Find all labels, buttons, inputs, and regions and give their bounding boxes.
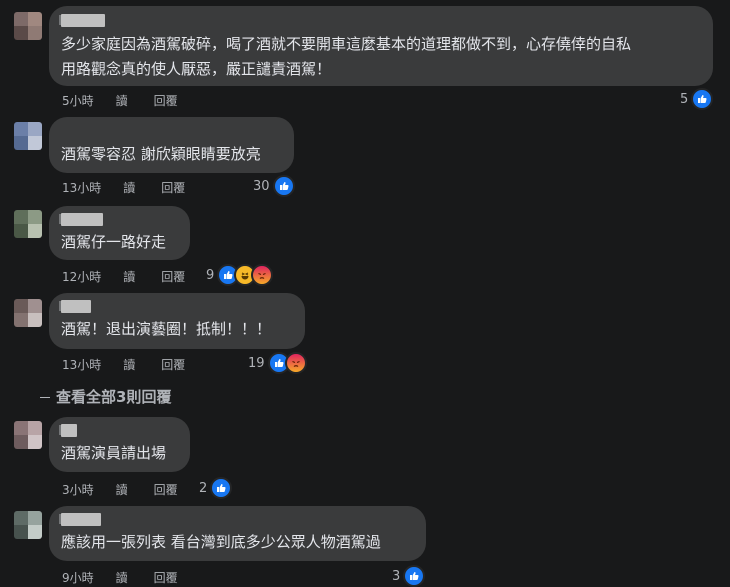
commenter-name[interactable]	[59, 424, 77, 437]
avatar[interactable]	[14, 12, 42, 40]
reply-link[interactable]: 回覆	[154, 481, 178, 498]
comment-bubble: 多少家庭因為酒駕破碎，喝了酒就不要開車這麼基本的道理都做不到，心存僥倖的自私 用…	[49, 6, 713, 86]
comment-bubble: 酒駕仔一路好走	[49, 206, 190, 260]
reply-link[interactable]: 回覆	[161, 179, 185, 196]
avatar[interactable]	[14, 210, 42, 238]
translate-link[interactable]: 讀	[123, 268, 135, 285]
reaction-count: 9	[206, 267, 215, 283]
commenter-name[interactable]	[59, 513, 101, 526]
comment-time[interactable]: 13小時	[62, 356, 101, 373]
comment-bubble: 酒駕！退出演藝圈！抵制！！！	[49, 293, 305, 349]
translate-link[interactable]: 讀	[116, 481, 128, 498]
comment-time[interactable]: 12小時	[62, 268, 101, 285]
avatar[interactable]	[14, 511, 42, 539]
reaction-summary[interactable]: 5	[680, 88, 714, 110]
reply-link[interactable]: 回覆	[161, 356, 185, 373]
comment-meta: 5小時 讀 回覆	[62, 92, 204, 109]
comment-text: 酒駕仔一路好走	[61, 233, 167, 251]
reply-link[interactable]: 回覆	[161, 268, 185, 285]
reaction-count: 3	[392, 568, 401, 584]
divider-line	[40, 397, 50, 398]
comment-text: 多少家庭因為酒駕破碎，喝了酒就不要開車這麼基本的道理都做不到，心存僥倖的自私 用…	[61, 35, 632, 78]
comment-text: 酒駕演員請出場	[61, 444, 167, 462]
angry-face-icon	[251, 264, 274, 286]
comment-text: 酒駕零容忍 謝欣穎眼睛要放亮	[61, 145, 261, 163]
reaction-count: 30	[253, 178, 270, 194]
avatar[interactable]	[14, 299, 42, 327]
comment-meta: 12小時 讀 回覆	[62, 268, 211, 285]
comment-text: 應該用一張列表 看台灣到底多少公眾人物酒駕過	[61, 533, 381, 551]
reaction-count: 2	[199, 480, 208, 496]
comment-meta: 3小時 讀 回覆	[62, 481, 204, 498]
translate-link[interactable]: 讀	[123, 179, 135, 196]
thumbs-up-icon	[210, 477, 233, 499]
reply-link[interactable]: 回覆	[154, 569, 178, 586]
comment-text: 酒駕！退出演藝圈！抵制！！！	[61, 320, 272, 338]
view-more-label: 查看全部3則回覆	[56, 388, 172, 406]
comment-time[interactable]: 13小時	[62, 179, 101, 196]
thumbs-up-icon	[272, 175, 295, 197]
reply-link[interactable]: 回覆	[154, 92, 178, 109]
avatar[interactable]	[14, 122, 42, 150]
comment-bubble: 酒駕零容忍 謝欣穎眼睛要放亮	[49, 117, 294, 173]
angry-face-icon	[284, 352, 307, 374]
comment-bubble: 酒駕演員請出場	[49, 417, 190, 472]
thumbs-up-icon	[691, 88, 714, 110]
translate-link[interactable]: 讀	[123, 356, 135, 373]
commenter-name[interactable]	[59, 300, 91, 313]
thumbs-up-icon	[403, 565, 426, 587]
comment-time[interactable]: 5小時	[62, 92, 94, 109]
reaction-count: 19	[248, 355, 265, 371]
comment-meta: 13小時 讀 回覆	[62, 356, 211, 373]
reaction-summary[interactable]: 3	[392, 565, 426, 587]
view-more-replies[interactable]: 查看全部3則回覆	[40, 386, 171, 407]
reaction-summary[interactable]: 19	[248, 352, 307, 374]
reaction-count: 5	[680, 91, 689, 107]
comment-time[interactable]: 3小時	[62, 481, 94, 498]
comment-meta: 9小時 讀 回覆	[62, 569, 204, 586]
commenter-name[interactable]	[59, 14, 105, 27]
reaction-summary[interactable]: 9	[206, 264, 274, 286]
comment-time[interactable]: 9小時	[62, 569, 94, 586]
translate-link[interactable]: 讀	[116, 569, 128, 586]
reaction-summary[interactable]: 2	[199, 477, 233, 499]
translate-link[interactable]: 讀	[116, 92, 128, 109]
avatar[interactable]	[14, 421, 42, 449]
comment-bubble: 應該用一張列表 看台灣到底多少公眾人物酒駕過	[49, 506, 426, 561]
reaction-summary[interactable]: 30	[253, 175, 295, 197]
commenter-name[interactable]	[59, 213, 103, 226]
comment-meta: 13小時 讀 回覆	[62, 179, 211, 196]
